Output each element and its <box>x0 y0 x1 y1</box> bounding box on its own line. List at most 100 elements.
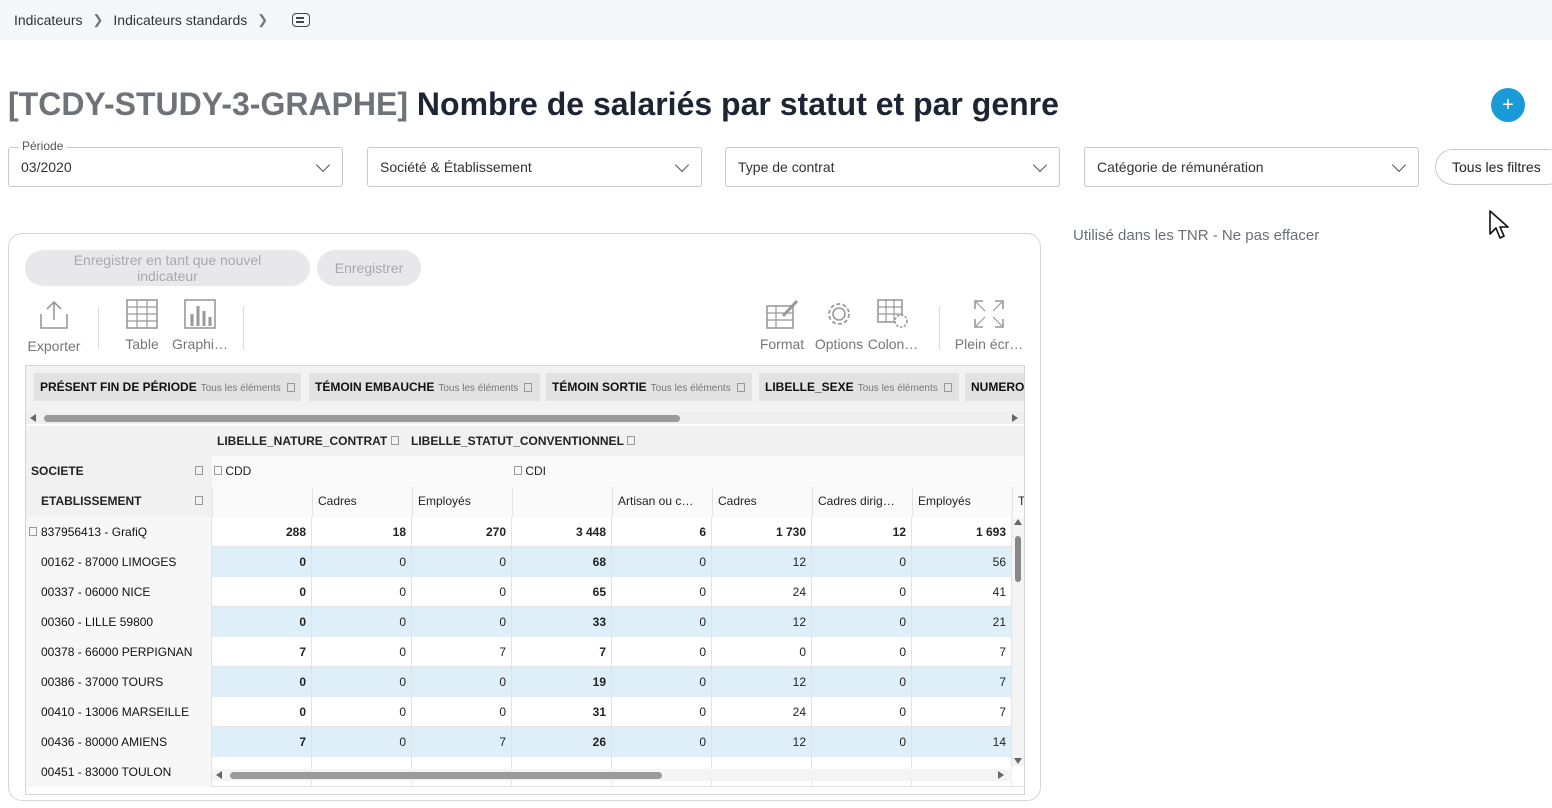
row-field-etablissement[interactable]: ETABLISSEMENT <box>41 494 141 508</box>
grid-horizontal-scrollbar[interactable] <box>212 769 1012 781</box>
value-cell[interactable]: 0 <box>312 577 412 607</box>
value-cell[interactable]: 33 <box>512 607 612 637</box>
value-cell[interactable]: 65 <box>512 577 612 607</box>
value-cell[interactable]: 3 448 <box>512 517 612 547</box>
table-button[interactable]: Table <box>115 298 169 352</box>
value-cell[interactable]: 288 <box>212 517 312 547</box>
scrollbar-thumb[interactable] <box>1015 536 1021 582</box>
checkbox-icon[interactable] <box>195 466 203 475</box>
row-field-societe[interactable]: SOCIETE <box>31 464 84 478</box>
column-subheader[interactable]: Artisan ou c… <box>612 487 712 517</box>
scrollbar-thumb[interactable] <box>44 415 680 422</box>
value-cell[interactable]: 0 <box>212 547 312 577</box>
column-subheader[interactable] <box>212 487 312 517</box>
value-cell[interactable]: 0 <box>312 727 412 757</box>
add-button[interactable]: + <box>1491 88 1525 122</box>
value-cell[interactable]: 7 <box>912 667 1012 697</box>
value-cell[interactable]: 7 <box>912 697 1012 727</box>
contrat-select[interactable]: Type de contrat <box>725 147 1060 187</box>
periode-select[interactable]: Période 03/2020 <box>8 139 343 187</box>
scroll-right-icon[interactable] <box>1012 414 1018 422</box>
grid-vertical-scrollbar[interactable] <box>1012 518 1024 766</box>
row-label[interactable]: 00386 - 37000 TOURS <box>26 667 212 697</box>
value-cell[interactable]: 0 <box>812 637 912 667</box>
remuneration-select[interactable]: Catégorie de rémunération <box>1084 147 1419 187</box>
column-subheader[interactable]: Employés <box>912 487 1012 517</box>
value-cell[interactable]: 12 <box>712 547 812 577</box>
value-cell[interactable]: 0 <box>612 607 712 637</box>
all-filters-button[interactable]: Tous les filtres <box>1435 149 1552 185</box>
chip-libelle-sexe[interactable]: LIBELLE_SEXE Tous les éléments <box>759 373 959 401</box>
value-cell[interactable]: 0 <box>812 547 912 577</box>
value-cell[interactable]: 0 <box>312 667 412 697</box>
column-subheader[interactable] <box>512 487 612 517</box>
row-label[interactable]: 00451 - 83000 TOULON <box>26 757 212 787</box>
row-label[interactable]: 837956413 - GrafiQ <box>26 517 212 547</box>
value-cell[interactable]: 12 <box>712 727 812 757</box>
export-button[interactable]: Exporter <box>23 298 85 354</box>
value-cell[interactable]: 0 <box>212 607 312 637</box>
value-cell[interactable]: 6 <box>612 517 712 547</box>
collapse-icon[interactable] <box>29 527 37 536</box>
format-button[interactable]: Format <box>755 298 809 352</box>
value-cell[interactable]: 0 <box>412 547 512 577</box>
value-cell[interactable]: 0 <box>312 607 412 637</box>
value-cell[interactable]: 31 <box>512 697 612 727</box>
row-label[interactable]: 00410 - 13006 MARSEILLE <box>26 697 212 727</box>
breadcrumb-indicateurs-standards[interactable]: Indicateurs standards <box>113 12 247 28</box>
scroll-up-icon[interactable] <box>1014 519 1022 525</box>
societe-select[interactable]: Société & Établissement <box>367 147 702 187</box>
column-subheader[interactable]: Cadres <box>712 487 812 517</box>
value-cell[interactable]: 0 <box>312 547 412 577</box>
save-as-new-button[interactable]: Enregistrer en tant que nouvel indicateu… <box>25 250 310 286</box>
scroll-left-icon[interactable] <box>216 771 222 779</box>
value-cell[interactable]: 21 <box>912 607 1012 637</box>
value-cell[interactable]: 0 <box>612 577 712 607</box>
value-cell[interactable]: 7 <box>212 727 312 757</box>
value-cell[interactable]: 0 <box>212 697 312 727</box>
value-cell[interactable]: 12 <box>812 517 912 547</box>
value-cell[interactable]: 68 <box>512 547 612 577</box>
value-cell[interactable]: 1 730 <box>712 517 812 547</box>
value-cell[interactable]: 270 <box>412 517 512 547</box>
col-field-nature-contrat[interactable]: LIBELLE_NATURE_CONTRAT <box>217 434 399 448</box>
scroll-left-icon[interactable] <box>30 414 36 422</box>
value-cell[interactable]: 0 <box>412 667 512 697</box>
value-cell[interactable]: 0 <box>312 697 412 727</box>
column-subheader[interactable]: Cadres <box>312 487 412 517</box>
group-cdi[interactable]: CDI <box>514 464 546 478</box>
value-cell[interactable]: 18 <box>312 517 412 547</box>
value-cell[interactable]: 0 <box>412 577 512 607</box>
value-cell[interactable]: 41 <box>912 577 1012 607</box>
value-cell[interactable]: 0 <box>812 607 912 637</box>
graph-button[interactable]: Graphi… <box>169 298 231 352</box>
value-cell[interactable]: 7 <box>412 637 512 667</box>
value-cell[interactable]: 0 <box>812 577 912 607</box>
value-cell[interactable]: 0 <box>412 697 512 727</box>
save-button[interactable]: Enregistrer <box>317 250 421 286</box>
value-cell[interactable]: 0 <box>812 697 912 727</box>
scroll-down-icon[interactable] <box>1014 758 1022 764</box>
chip-temoin-sortie[interactable]: TÉMOIN SORTIE Tous les éléments <box>546 373 752 401</box>
row-label[interactable]: 00360 - LILLE 59800 <box>26 607 212 637</box>
row-label[interactable]: 00436 - 80000 AMIENS <box>26 727 212 757</box>
value-cell[interactable]: 24 <box>712 577 812 607</box>
value-cell[interactable]: 24 <box>712 697 812 727</box>
value-cell[interactable]: 0 <box>612 637 712 667</box>
value-cell[interactable]: 7 <box>512 637 612 667</box>
value-cell[interactable]: 0 <box>612 667 712 697</box>
checkbox-icon[interactable] <box>195 496 203 505</box>
value-cell[interactable]: 0 <box>212 667 312 697</box>
value-cell[interactable]: 0 <box>812 727 912 757</box>
value-cell[interactable]: 7 <box>412 727 512 757</box>
scrollbar-thumb[interactable] <box>230 772 662 779</box>
col-field-statut-conventionnel[interactable]: LIBELLE_STATUT_CONVENTIONNEL <box>411 434 636 448</box>
chip-present-fin-periode[interactable]: PRÉSENT FIN DE PÉRIODE Tous les éléments <box>34 373 301 401</box>
value-cell[interactable]: 0 <box>612 547 712 577</box>
value-cell[interactable]: 7 <box>912 637 1012 667</box>
value-cell[interactable]: 0 <box>412 607 512 637</box>
value-cell[interactable]: 14 <box>912 727 1012 757</box>
value-cell[interactable]: 0 <box>212 577 312 607</box>
columns-button[interactable]: Colon… <box>865 298 921 352</box>
value-cell[interactable]: 12 <box>712 667 812 697</box>
